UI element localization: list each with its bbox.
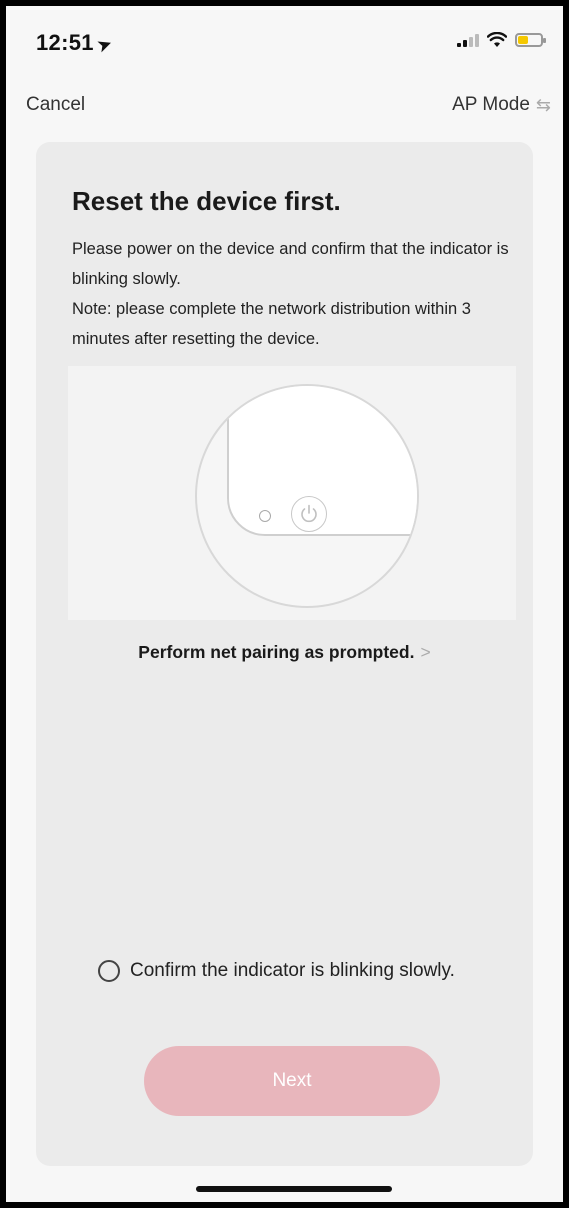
- pairing-prompt-label: Perform net pairing as prompted.: [138, 642, 415, 662]
- nav-bar: Cancel AP Mode ⇆: [6, 86, 563, 126]
- reset-card: Reset the device first. Please power on …: [36, 142, 533, 1166]
- page-title: Reset the device first.: [72, 186, 341, 216]
- status-bar: 12:51 ➤: [6, 6, 563, 76]
- instruction-text: Please power on the device and confirm t…: [72, 240, 509, 288]
- instructions: Please power on the device and confirm t…: [72, 234, 512, 354]
- chevron-right-icon: >: [420, 642, 431, 662]
- indicator-light-icon: [259, 510, 271, 522]
- ap-mode-switch[interactable]: AP Mode ⇆: [452, 94, 551, 116]
- app-screen: 12:51 ➤ Cancel AP Mode ⇆ Reset the device…: [6, 6, 563, 1202]
- confirm-label: Confirm the indicator is blinking slowly…: [130, 960, 455, 981]
- note-text: Note: please complete the network distri…: [72, 300, 471, 348]
- cancel-button[interactable]: Cancel: [26, 94, 85, 116]
- zoom-circle: [195, 384, 419, 608]
- ap-mode-label: AP Mode: [452, 94, 530, 115]
- confirm-radio[interactable]: [98, 960, 120, 982]
- confirm-checkbox-row[interactable]: Confirm the indicator is blinking slowly…: [98, 960, 455, 982]
- wifi-icon: [487, 32, 507, 47]
- power-button-icon: [291, 496, 327, 532]
- cellular-signal-icon: [457, 33, 479, 47]
- battery-icon: [515, 33, 546, 47]
- pairing-prompt-link[interactable]: Perform net pairing as prompted. >: [36, 642, 533, 663]
- home-indicator: [196, 1186, 392, 1192]
- status-icons: [457, 32, 546, 48]
- switch-arrows-icon: ⇆: [535, 94, 551, 115]
- status-time: 12:51 ➤: [36, 30, 115, 56]
- next-button[interactable]: Next: [144, 1046, 440, 1116]
- location-arrow-icon: ➤: [95, 35, 115, 56]
- device-illustration: [68, 366, 516, 620]
- device-corner: [227, 386, 417, 536]
